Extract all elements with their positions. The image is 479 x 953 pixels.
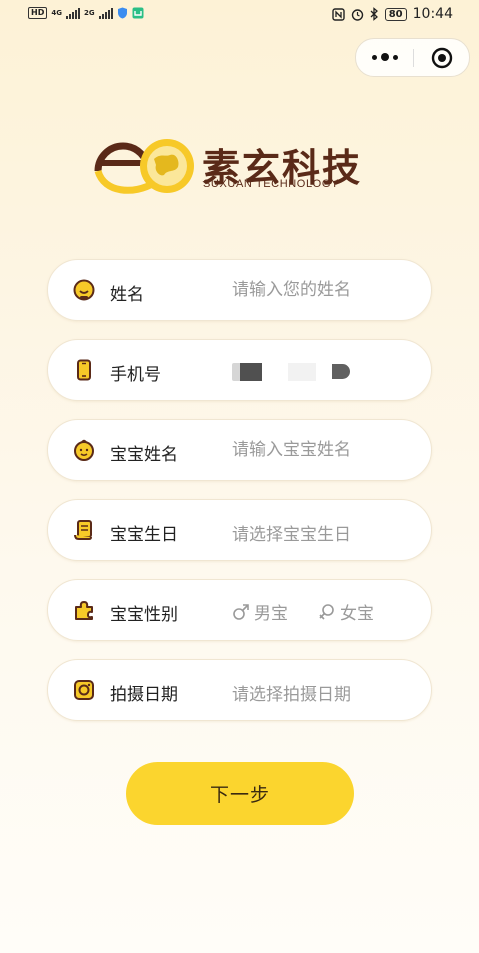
signal-icon-2 xyxy=(98,7,113,19)
name-input[interactable] xyxy=(232,280,412,300)
signal-icon xyxy=(65,7,80,19)
baby-birthday-picker[interactable]: 请选择宝宝生日 xyxy=(232,520,351,545)
bluetooth-icon xyxy=(370,7,378,21)
network-label-2: 2G xyxy=(83,9,95,17)
status-bar: HD 4G 2G 80 10:44 xyxy=(0,0,479,30)
shoot-date-picker[interactable]: 请选择拍摄日期 xyxy=(232,680,351,705)
capsule-divider xyxy=(413,49,414,67)
female-symbol-icon xyxy=(319,603,334,620)
baby-name-row[interactable]: 宝宝姓名 xyxy=(47,419,432,481)
close-miniprogram-icon[interactable] xyxy=(431,47,453,69)
baby-name-label: 宝宝姓名 xyxy=(110,445,178,465)
shoot-date-row[interactable]: 拍摄日期 请选择拍摄日期 xyxy=(47,659,432,721)
hd-badge: HD xyxy=(28,7,48,19)
mini-program-capsule xyxy=(355,38,470,77)
scroll-icon xyxy=(74,520,92,540)
baby-name-input[interactable] xyxy=(232,440,412,460)
alarm-icon xyxy=(351,8,363,21)
battery-indicator: 80 xyxy=(384,7,407,21)
baby-gender-row: 宝宝性别 男宝 女宝 xyxy=(47,579,432,641)
smile-face-icon xyxy=(73,279,95,301)
gender-option-male[interactable]: 男宝 xyxy=(232,599,288,624)
gender-option-female[interactable]: 女宝 xyxy=(318,599,374,624)
phone-value-redacted[interactable] xyxy=(232,361,362,381)
shield-icon xyxy=(117,7,127,19)
puzzle-icon xyxy=(75,601,93,620)
phone-row[interactable]: 手机号 xyxy=(47,339,432,401)
more-options-icon[interactable] xyxy=(372,51,402,63)
name-input-wrap[interactable] xyxy=(232,280,412,300)
phone-label: 手机号 xyxy=(110,365,161,385)
app-notification-icon xyxy=(132,7,144,19)
name-label: 姓名 xyxy=(110,285,144,305)
baby-name-input-wrap[interactable] xyxy=(232,440,412,460)
shoot-date-label: 拍摄日期 xyxy=(110,685,178,705)
brand-name-en: SUXUAN TECHNOLOGY xyxy=(203,178,339,190)
nfc-icon xyxy=(332,7,345,21)
baby-birthday-row[interactable]: 宝宝生日 请选择宝宝生日 xyxy=(47,499,432,561)
baby-gender-label: 宝宝性别 xyxy=(110,605,178,625)
network-label-1: 4G xyxy=(51,9,62,17)
name-row[interactable]: 姓名 xyxy=(47,259,432,321)
gender-female-label: 女宝 xyxy=(340,604,374,624)
logo-mark-icon xyxy=(94,139,194,194)
status-left: HD 4G 2G xyxy=(28,7,144,19)
next-step-button[interactable]: 下一步 xyxy=(126,762,354,825)
male-symbol-icon xyxy=(233,603,249,620)
clock: 10:44 xyxy=(412,6,453,22)
brand-logo: 素玄科技 SUXUAN TECHNOLOGY xyxy=(94,133,394,199)
mobile-phone-icon xyxy=(77,359,91,381)
baby-face-icon xyxy=(74,439,94,461)
baby-birthday-label: 宝宝生日 xyxy=(110,525,178,545)
status-right: 80 10:44 xyxy=(332,6,453,22)
gender-male-label: 男宝 xyxy=(254,604,288,624)
camera-icon xyxy=(74,680,94,700)
